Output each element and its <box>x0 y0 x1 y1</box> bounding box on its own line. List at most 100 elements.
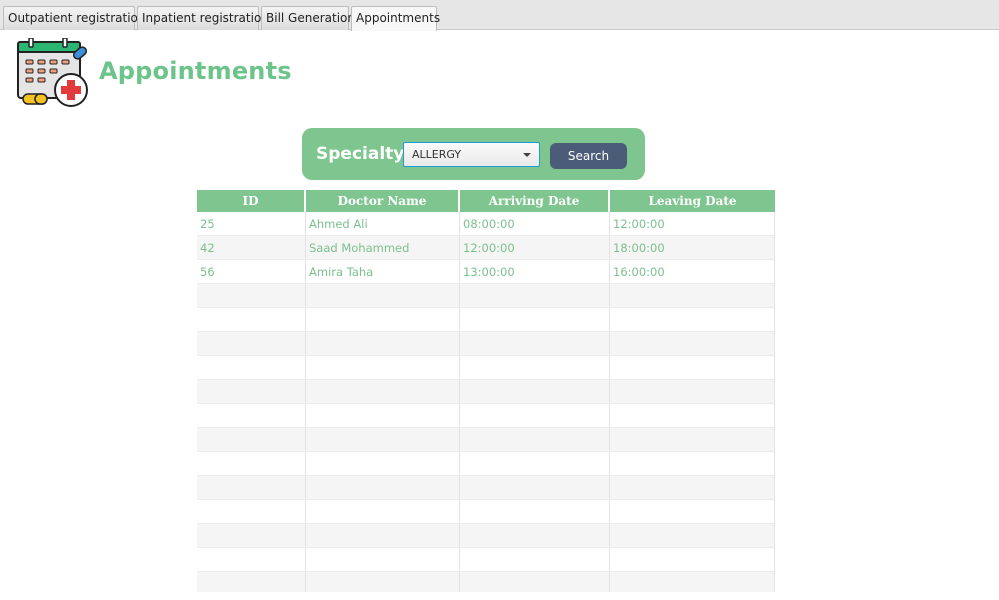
table-cell <box>306 500 460 524</box>
table-cell <box>306 476 460 500</box>
table-cell: 25 <box>197 212 306 236</box>
table-cell <box>460 476 610 500</box>
table-cell: 18:00:00 <box>610 236 775 260</box>
table-row[interactable] <box>197 332 775 356</box>
table-cell <box>610 380 775 404</box>
table-cell <box>197 380 306 404</box>
tab-outpatient-registration[interactable]: Outpatient registration <box>3 6 146 30</box>
table-cell: 42 <box>197 236 306 260</box>
table-cell <box>460 308 610 332</box>
table-cell <box>610 548 775 572</box>
table-cell <box>610 452 775 476</box>
table-cell <box>460 380 610 404</box>
table-cell <box>306 452 460 476</box>
table-row[interactable] <box>197 572 775 592</box>
table-cell <box>460 548 610 572</box>
table-row[interactable] <box>197 500 775 524</box>
table-cell <box>610 500 775 524</box>
tab-bill-generation[interactable]: Bill Generation <box>261 6 355 30</box>
table-cell <box>197 572 306 592</box>
table-cell <box>610 332 775 356</box>
table-row[interactable] <box>197 428 775 452</box>
table-cell <box>197 548 306 572</box>
table-row[interactable]: 25 Ahmed Ali 08:00:00 12:00:00 <box>197 212 775 236</box>
table-cell <box>306 404 460 428</box>
column-header-leaving-date[interactable]: Leaving Date <box>610 190 775 212</box>
table-cell <box>460 284 610 308</box>
specialty-search-panel: Specialty ALLERGY Search <box>302 128 645 180</box>
chevron-down-icon <box>523 153 531 157</box>
table-cell: 08:00:00 <box>460 212 610 236</box>
table-row[interactable] <box>197 452 775 476</box>
table-cell <box>306 572 460 592</box>
table-cell <box>610 404 775 428</box>
table-cell <box>306 284 460 308</box>
table-row[interactable]: 42 Saad Mohammed 12:00:00 18:00:00 <box>197 236 775 260</box>
table-cell <box>460 500 610 524</box>
table-cell <box>306 380 460 404</box>
table-cell <box>610 284 775 308</box>
table-row[interactable] <box>197 404 775 428</box>
column-header-id[interactable]: ID <box>197 190 306 212</box>
page-title: Appointments <box>99 57 292 85</box>
table-cell <box>197 452 306 476</box>
table-cell <box>460 356 610 380</box>
specialty-select[interactable]: ALLERGY <box>403 142 540 167</box>
table-cell <box>306 548 460 572</box>
table-row[interactable] <box>197 524 775 548</box>
specialty-selected-value: ALLERGY <box>412 148 462 161</box>
table-body: 25 Ahmed Ali 08:00:00 12:00:00 42 Saad Mohamm… <box>197 212 775 592</box>
table-cell <box>610 308 775 332</box>
table-row[interactable] <box>197 476 775 500</box>
table-cell <box>610 572 775 592</box>
table-row[interactable] <box>197 284 775 308</box>
table-cell <box>306 332 460 356</box>
table-cell <box>197 332 306 356</box>
table-cell <box>197 524 306 548</box>
table-cell <box>197 404 306 428</box>
tab-appointments[interactable]: Appointments <box>351 6 440 31</box>
table-cell <box>197 428 306 452</box>
table-cell <box>610 476 775 500</box>
calendar-medical-icon <box>16 37 92 110</box>
table-row[interactable]: 56 Amira Taha 13:00:00 16:00:00 <box>197 260 775 284</box>
table-cell <box>306 308 460 332</box>
table-row[interactable] <box>197 548 775 572</box>
table-cell <box>460 524 610 548</box>
search-button[interactable]: Search <box>550 143 627 169</box>
table-cell: 12:00:00 <box>460 236 610 260</box>
table-cell <box>197 356 306 380</box>
specialty-label: Specialty <box>316 144 405 164</box>
table-cell: 12:00:00 <box>610 212 775 236</box>
table-cell <box>306 524 460 548</box>
table-cell: 13:00:00 <box>460 260 610 284</box>
table-cell: 16:00:00 <box>610 260 775 284</box>
table-header: ID Doctor Name Arriving Date Leaving Dat… <box>197 190 775 212</box>
table-cell <box>197 500 306 524</box>
table-row[interactable] <box>197 308 775 332</box>
table-cell <box>460 428 610 452</box>
table-cell <box>460 572 610 592</box>
table-cell <box>197 284 306 308</box>
table-cell <box>460 404 610 428</box>
appointments-table: ID Doctor Name Arriving Date Leaving Dat… <box>197 190 775 592</box>
table-cell: Ahmed Ali <box>306 212 460 236</box>
table-cell <box>197 308 306 332</box>
table-row[interactable] <box>197 356 775 380</box>
table-cell <box>610 356 775 380</box>
table-row[interactable] <box>197 380 775 404</box>
table-cell <box>610 524 775 548</box>
table-cell <box>460 332 610 356</box>
table-cell: 56 <box>197 260 306 284</box>
table-cell <box>460 452 610 476</box>
column-header-arriving-date[interactable]: Arriving Date <box>460 190 610 212</box>
tab-inpatient-registration[interactable]: Inpatient registration <box>137 6 269 30</box>
table-cell <box>306 428 460 452</box>
column-header-doctor-name[interactable]: Doctor Name <box>306 190 460 212</box>
table-cell <box>197 476 306 500</box>
table-cell: Saad Mohammed <box>306 236 460 260</box>
table-cell <box>306 356 460 380</box>
table-cell <box>610 428 775 452</box>
table-cell: Amira Taha <box>306 260 460 284</box>
tab-bar: Outpatient registration Inpatient regist… <box>0 0 999 31</box>
